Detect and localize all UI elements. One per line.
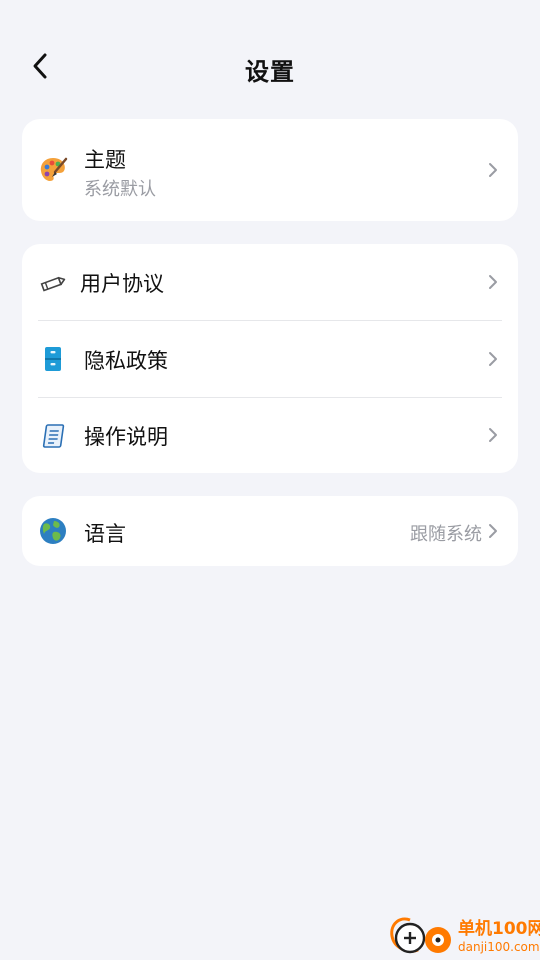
- user-agreement-label: 用户协议: [80, 272, 164, 296]
- file-cabinet-icon: [38, 344, 68, 374]
- document-icon: [38, 421, 68, 451]
- privacy-policy-row[interactable]: 隐私政策: [22, 321, 518, 397]
- instructions-row[interactable]: 操作说明: [22, 398, 518, 473]
- docs-card: 用户协议 隐私政策 操作说明: [22, 244, 518, 473]
- watermark-title: 单机100网: [458, 919, 540, 939]
- settings-page: 设置 主题 系统默认 用户协议 隐私政策 操作说明 语言 跟随系统 单机100网…: [0, 0, 540, 960]
- language-row[interactable]: 语言 跟随系统: [22, 496, 518, 566]
- language-value: 跟随系统: [410, 524, 482, 545]
- chevron-right-icon: [489, 275, 497, 289]
- chevron-right-icon: [489, 428, 497, 442]
- chevron-right-icon: [489, 163, 497, 177]
- watermark: 单机100网 danji100.com: [388, 912, 540, 960]
- page-title: 设置: [245, 58, 295, 86]
- language-label: 语言: [84, 522, 126, 546]
- instructions-label: 操作说明: [84, 425, 168, 449]
- chevron-right-icon: [489, 524, 497, 538]
- chevron-right-icon: [489, 352, 497, 366]
- header: 设置: [0, 0, 540, 135]
- pencil-icon: [38, 268, 68, 298]
- watermark-logo-icon: [390, 917, 451, 954]
- theme-card: 主题 系统默认: [22, 119, 518, 221]
- palette-icon: [38, 155, 68, 185]
- privacy-policy-label: 隐私政策: [84, 349, 168, 373]
- watermark-url: danji100.com: [458, 940, 540, 954]
- globe-icon: [38, 516, 68, 546]
- theme-row[interactable]: 主题 系统默认: [22, 119, 518, 221]
- theme-label: 主题: [84, 148, 126, 172]
- theme-sub: 系统默认: [84, 179, 156, 200]
- user-agreement-row[interactable]: 用户协议: [22, 244, 518, 320]
- language-card: 语言 跟随系统: [22, 496, 518, 566]
